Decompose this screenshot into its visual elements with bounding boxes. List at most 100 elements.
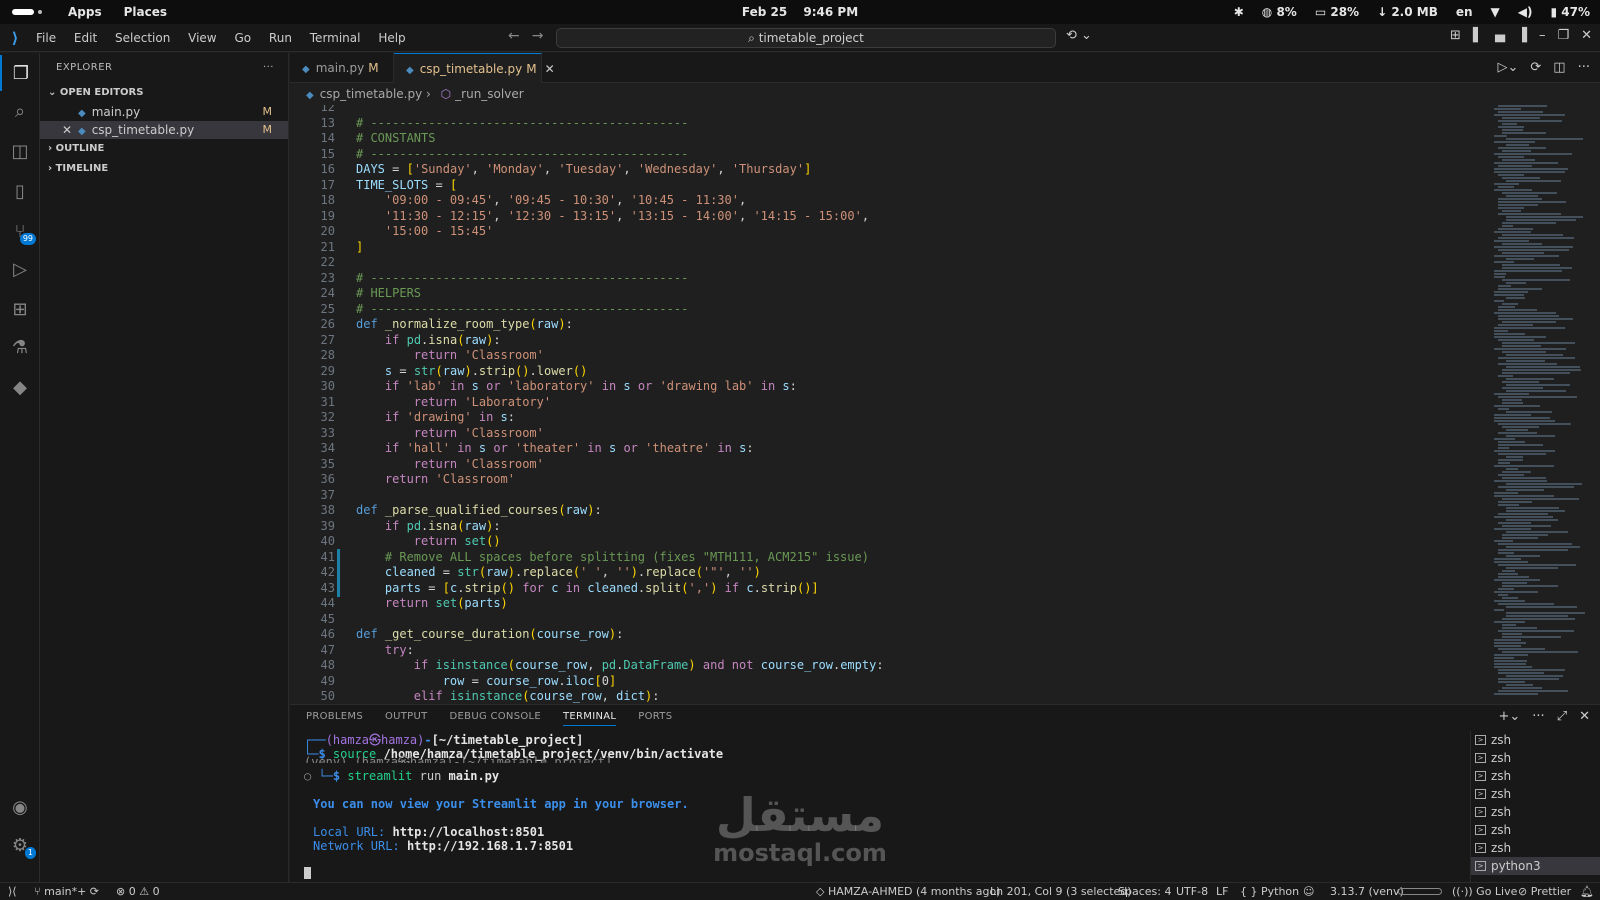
code-line[interactable]: 25 # ------------------------------------…	[290, 301, 1490, 317]
prettier-status[interactable]: ⊘ Prettier	[1518, 883, 1571, 900]
code-line[interactable]: 44 return set(parts)	[290, 595, 1490, 611]
code-line[interactable]: 38 def _parse_qualified_courses(raw):	[290, 502, 1490, 518]
line-endings[interactable]: LF	[1216, 883, 1228, 900]
bluetooth-icon[interactable]: ✱	[1234, 5, 1244, 19]
breadcrumb-file[interactable]: csp_timetable.py	[320, 87, 423, 101]
keyboard-layout[interactable]: en	[1456, 5, 1473, 19]
code-line[interactable]: 49 row = course_row.iloc[0]	[290, 673, 1490, 689]
menu-edit[interactable]: Edit	[74, 31, 97, 45]
code-line[interactable]: 26 def _normalize_room_type(raw):	[290, 316, 1490, 332]
toggle-sidebar-icon[interactable]: ▌	[1473, 28, 1483, 43]
new-terminal-icon[interactable]: +⌄	[1498, 709, 1520, 724]
forward-arrow-icon[interactable]: →	[532, 28, 544, 44]
chat-icon[interactable]: ◫	[0, 133, 40, 169]
code-line[interactable]: 16 DAYS = ['Sunday', 'Monday', 'Tuesday',…	[290, 161, 1490, 177]
code-line[interactable]: 48 if isinstance(course_row, pd.DataFram…	[290, 657, 1490, 673]
tab-debug-console[interactable]: DEBUG CONSOLE	[450, 711, 541, 726]
minimap[interactable]	[1490, 105, 1588, 703]
tab-csp-timetable[interactable]: ◆ csp_timetable.py M ✕	[394, 53, 555, 83]
language-mode[interactable]: { } Python	[1240, 883, 1299, 900]
memory-indicator[interactable]: ▭ 28%	[1315, 5, 1359, 19]
code-line[interactable]: 45	[290, 611, 1490, 627]
python-interpreter[interactable]: 3.13.7 (venv)	[1330, 883, 1404, 900]
run-debug-icon[interactable]: ▷	[0, 251, 40, 287]
testing-icon[interactable]: ⚗	[0, 329, 40, 365]
code-line[interactable]: 12	[290, 105, 1490, 115]
code-line[interactable]: 31 return 'Laboratory'	[290, 394, 1490, 410]
code-line[interactable]: 33 return 'Classroom'	[290, 425, 1490, 441]
tab-problems[interactable]: PROBLEMS	[306, 711, 363, 726]
python-icon[interactable]: ◆	[0, 369, 40, 405]
back-arrow-icon[interactable]: ←	[508, 28, 520, 44]
copilot-status-icon[interactable]: ☺	[1303, 883, 1314, 900]
volume-icon[interactable]: ◀)	[1518, 5, 1533, 19]
minimize-icon[interactable]: –	[1539, 28, 1546, 43]
explorer-more-icon[interactable]: ···	[263, 53, 274, 83]
encoding[interactable]: UTF-8	[1176, 883, 1208, 900]
os-menu-places[interactable]: Places	[124, 5, 167, 19]
code-line[interactable]: 50 elif isinstance(course_row, dict):	[290, 688, 1490, 703]
code-line[interactable]: 21]	[290, 239, 1490, 255]
outline-section[interactable]: › OUTLINE	[40, 139, 288, 159]
remote-icon[interactable]: ⟩⟨	[8, 883, 17, 900]
notifications-bell-icon[interactable]: 🔔︎	[1580, 883, 1594, 900]
code-line[interactable]: 13 # ------------------------------------…	[290, 115, 1490, 131]
open-changes-icon[interactable]: ⟳	[1530, 60, 1541, 75]
terminal-instance[interactable]: > zsh	[1471, 767, 1600, 785]
terminal-instance[interactable]: > python3	[1471, 857, 1600, 875]
code-line[interactable]: 34 if 'hall' in s or 'theater' in s or '…	[290, 440, 1490, 456]
network-speed-indicator[interactable]: ↓ 2.0 MB	[1377, 5, 1438, 19]
code-line[interactable]: 30 if 'lab' in s or 'laboratory' in s or…	[290, 378, 1490, 394]
close-panel-icon[interactable]: ✕	[1579, 709, 1590, 724]
code-line[interactable]: 17 TIME_SLOTS = [	[290, 177, 1490, 193]
open-editor-csp-timetable[interactable]: ✕ ◆ csp_timetable.py M	[40, 121, 288, 139]
command-center-search[interactable]: ⌕ timetable_project	[556, 28, 1056, 48]
code-line[interactable]: 29 s = str(raw).strip().lower()	[290, 363, 1490, 379]
tab-ports[interactable]: PORTS	[638, 711, 672, 726]
code-line[interactable]: 41 # Remove ALL spaces before splitting …	[290, 549, 1490, 565]
terminal-instance[interactable]: > zsh	[1471, 839, 1600, 857]
close-tab-icon[interactable]: ✕	[545, 62, 555, 76]
wifi-icon[interactable]: ▼	[1491, 5, 1500, 19]
terminal-instance[interactable]: > zsh	[1471, 731, 1600, 749]
code-editor[interactable]: 12 13 # ----------------------------------…	[290, 105, 1490, 703]
explorer-icon[interactable]: ❐	[0, 55, 40, 91]
tab-output[interactable]: OUTPUT	[385, 711, 428, 726]
terminal-instance[interactable]: > zsh	[1471, 749, 1600, 767]
search-activity-icon[interactable]: ⌕	[0, 93, 40, 129]
breadcrumb-symbol[interactable]: _run_solver	[455, 87, 524, 101]
open-editors-section[interactable]: ⌄ OPEN EDITORS	[40, 83, 288, 103]
copilot-icon[interactable]: ⟲ ⌄	[1066, 28, 1092, 43]
battery-indicator[interactable]: ▮ 47%	[1550, 5, 1590, 19]
terminal-instance[interactable]: > zsh	[1471, 785, 1600, 803]
code-line[interactable]: 36 return 'Classroom'	[290, 471, 1490, 487]
code-line[interactable]: 39 if pd.isna(raw):	[290, 518, 1490, 534]
os-time[interactable]: 9:46 PM	[803, 5, 858, 19]
code-line[interactable]: 42 cleaned = str(raw).replace(' ', '').r…	[290, 564, 1490, 580]
code-line[interactable]: 18 '09:00 - 09:45', '09:45 - 10:30', '10…	[290, 192, 1490, 208]
maximize-icon[interactable]: ❐	[1557, 28, 1569, 43]
tab-terminal[interactable]: TERMINAL	[563, 711, 617, 726]
cpu-indicator[interactable]: ◍ 8%	[1262, 5, 1297, 19]
code-line[interactable]: 46 def _get_course_duration(course_row):	[290, 626, 1490, 642]
menu-terminal[interactable]: Terminal	[310, 31, 361, 45]
code-line[interactable]: 22	[290, 254, 1490, 270]
account-icon[interactable]: ◉	[0, 789, 40, 825]
workspace-indicator[interactable]	[12, 9, 34, 15]
code-line[interactable]: 24 # HELPERS	[290, 285, 1490, 301]
timeline-section[interactable]: › TIMELINE	[40, 159, 288, 179]
pages-icon[interactable]: ▯	[0, 173, 40, 209]
menu-selection[interactable]: Selection	[115, 31, 170, 45]
panel-more-icon[interactable]: ···	[1532, 709, 1544, 724]
code-line[interactable]: 27 if pd.isna(raw):	[290, 332, 1490, 348]
open-editor-main-py[interactable]: ◆ main.py M	[40, 103, 288, 121]
terminal-output[interactable]: ┌──(hamza㉿hamza)-[~/timetable_project] └…	[304, 731, 1474, 881]
tab-main-py[interactable]: ◆ main.py M	[290, 53, 394, 83]
code-line[interactable]: 35 return 'Classroom'	[290, 456, 1490, 472]
close-window-icon[interactable]: ✕	[1581, 28, 1592, 43]
code-line[interactable]: 28 return 'Classroom'	[290, 347, 1490, 363]
settings-gear-icon[interactable]: ⚙ 1	[0, 827, 40, 863]
terminal-instance[interactable]: > zsh	[1471, 821, 1600, 839]
split-editor-icon[interactable]: ◫	[1553, 60, 1565, 75]
code-line[interactable]: 20 '15:00 - 15:45'	[290, 223, 1490, 239]
